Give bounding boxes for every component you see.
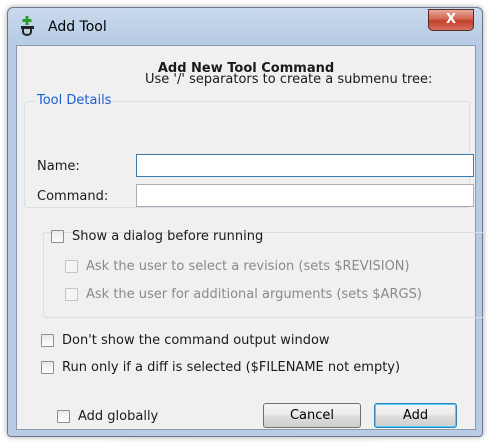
close-icon: X — [445, 12, 457, 27]
show-dialog-checkbox[interactable]: Show a dialog before running — [51, 228, 263, 244]
add-button[interactable]: Add — [374, 403, 457, 428]
add-tool-icon — [20, 16, 36, 36]
checkbox-box — [41, 360, 54, 374]
dialog-content: Add New Tool Command Tool Details Use '/… — [16, 45, 485, 430]
dialog-options-panel — [43, 232, 485, 318]
checkbox-box — [57, 409, 70, 423]
checkbox-box — [41, 333, 54, 347]
name-label: Name: — [37, 159, 80, 174]
checkbox-box — [65, 287, 78, 301]
no-output-window-checkbox[interactable]: Don't show the command output window — [41, 332, 330, 348]
tool-details-title: Tool Details — [35, 93, 114, 108]
submenu-hint: Use '/' separators to create a submenu t… — [145, 72, 433, 87]
add-globally-checkbox[interactable]: Add globally — [57, 408, 158, 424]
no-output-window-label: Don't show the command output window — [62, 332, 330, 348]
checkbox-box — [65, 259, 78, 273]
ask-revision-checkbox[interactable]: Ask the user to select a revision (sets … — [65, 258, 410, 274]
checkbox-box — [51, 229, 64, 243]
ask-arguments-label: Ask the user for additional arguments (s… — [86, 286, 422, 302]
run-if-diff-checkbox[interactable]: Run only if a diff is selected ($FILENAM… — [41, 359, 400, 375]
show-dialog-label: Show a dialog before running — [72, 228, 264, 244]
ask-arguments-checkbox[interactable]: Ask the user for additional arguments (s… — [65, 286, 422, 302]
add-tool-dialog: Add Tool X Add New Tool Command Tool Det… — [7, 7, 485, 437]
add-globally-label: Add globally — [78, 408, 159, 424]
name-input[interactable] — [136, 154, 474, 177]
run-if-diff-label: Run only if a diff is selected ($FILENAM… — [62, 359, 401, 375]
command-label: Command: — [37, 189, 109, 204]
command-input[interactable] — [136, 184, 474, 207]
ask-revision-label: Ask the user to select a revision (sets … — [86, 258, 410, 274]
close-button[interactable]: X — [428, 9, 474, 31]
window-title: Add Tool — [48, 19, 107, 35]
title-bar[interactable]: Add Tool X — [8, 8, 482, 44]
cancel-button[interactable]: Cancel — [263, 403, 361, 428]
